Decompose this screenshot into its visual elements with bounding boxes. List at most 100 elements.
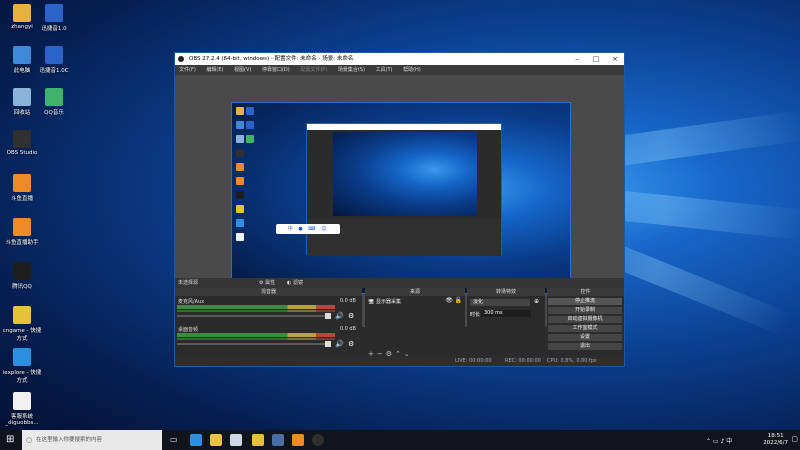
obs-window[interactable]: OBS 27.2.4 (64-bit, windows) - 配置文件: 未命名…: [174, 52, 625, 367]
desktop-icon-label: iexplore - 快捷方式: [2, 370, 42, 384]
stop-streaming-button[interactable]: 停止推流: [548, 298, 622, 305]
folder-icon[interactable]: [210, 434, 222, 446]
preview-icon: [236, 135, 244, 143]
clock-time: 18:51: [767, 433, 784, 439]
volume-slider[interactable]: [177, 343, 327, 345]
desktop-icon[interactable]: OBS Studio: [2, 130, 42, 156]
properties-button[interactable]: ⚙ 属性: [259, 278, 275, 288]
menu-file[interactable]: 文件(F): [179, 67, 196, 73]
obs-taskbar-icon[interactable]: [312, 434, 324, 446]
menu-edit[interactable]: 编辑(E): [206, 67, 223, 73]
gear-icon[interactable]: ⚙: [348, 340, 354, 348]
desktop-icon-label: OBS Studio: [6, 150, 38, 156]
menu-docks[interactable]: 停靠窗口(D): [262, 67, 290, 73]
edge-icon[interactable]: [190, 434, 202, 446]
desktop-icon-image: [13, 262, 31, 280]
menu-bar: 文件(F) 编辑(E) 视图(V) 停靠窗口(D) 配置文件(P) 场景集合(S…: [175, 65, 624, 75]
search-placeholder: 在这里输入你要搜索的内容: [36, 437, 103, 443]
duration-label: 时长: [470, 312, 481, 318]
menu-profile[interactable]: 配置文件(P): [300, 67, 327, 73]
filters-label: 滤镜: [292, 280, 303, 286]
desktop-icon-image: [13, 46, 31, 64]
nested-title-bar: [307, 124, 501, 130]
menu-view[interactable]: 视图(V): [234, 67, 251, 73]
rec-timer: REC: 00:00:00: [505, 358, 541, 364]
volume-slider[interactable]: [177, 315, 327, 317]
close-icon[interactable]: ×: [606, 53, 624, 65]
start-virtual-camera-button[interactable]: 启动虚拟摄像机: [548, 316, 622, 323]
desktop-icon-label: 斗鱼直播助手: [5, 240, 39, 246]
mixer-title: 混音器: [175, 288, 362, 296]
tray-icons[interactable]: ⌃ ▭ ♪ 中: [706, 436, 732, 445]
eye-icon[interactable]: 👁: [445, 297, 453, 304]
title-bar[interactable]: OBS 27.2.4 (64-bit, windows) - 配置文件: 未命名…: [175, 53, 624, 65]
preview-canvas[interactable]: 中 ● ⌨ ☺: [231, 102, 571, 294]
app-icon[interactable]: [272, 434, 284, 446]
menu-tools[interactable]: 工具(T): [376, 67, 393, 73]
notification-icon[interactable]: ▢: [791, 435, 798, 443]
desktop-icon-image: [13, 174, 31, 192]
add-transition-icon[interactable]: ⊕: [534, 298, 539, 305]
mixer-panel: 混音器 麦克风/Aux 0.0 dB 🔊 ⚙ 桌面音频 0.0 dB 🔊 ⚙: [175, 288, 362, 360]
source-toolbar: 未选择源 ⚙ 属性 ◐ 滤镜: [175, 278, 624, 288]
taskbar: ⊞ ○ 在这里输入你要搜索的内容 ▭ ⌃ ▭ ♪ 中 18:51 2022/6/…: [0, 430, 800, 450]
preview-icon: [236, 149, 244, 157]
menu-help[interactable]: 帮助(H): [403, 67, 421, 73]
desktop-icon-image: [13, 392, 31, 410]
desktop-icon[interactable]: iexplore - 快捷方式: [2, 348, 42, 384]
slider-handle[interactable]: [325, 341, 331, 347]
studio-mode-button[interactable]: 工作室模式: [548, 325, 622, 332]
filters-button[interactable]: ◐ 滤镜: [287, 278, 303, 288]
desktop-icon-image: [13, 218, 31, 236]
task-view-icon[interactable]: ▭: [170, 435, 178, 444]
search-box[interactable]: ○ 在这里输入你要搜索的内容: [22, 430, 162, 450]
settings-button[interactable]: 设置: [548, 334, 622, 341]
preview-icon: [246, 107, 254, 115]
desktop-icon[interactable]: 迅捷音1.0: [34, 4, 74, 32]
store-icon[interactable]: [230, 434, 242, 446]
desktop-icon[interactable]: QQ音乐: [34, 88, 74, 116]
start-recording-button[interactable]: 开始录制: [548, 307, 622, 314]
desktop-icon[interactable]: cngame - 快捷方式: [2, 306, 42, 342]
desktop-icon-label: 腾讯QQ: [12, 284, 32, 290]
source-item[interactable]: 🖥 显示器采集: [368, 298, 401, 305]
status-bar: LIVE: 00:00:00 REC: 00:00:00 CPU: 0.8%, …: [175, 357, 624, 366]
exit-button[interactable]: 退出: [548, 343, 622, 350]
lock-icon[interactable]: 🔓: [455, 297, 462, 304]
preview-icon: [236, 233, 244, 241]
desktop-icon[interactable]: 斗鱼直播: [2, 174, 42, 202]
speaker-icon[interactable]: 🔊: [335, 312, 344, 320]
track-name: 麦克风/Aux: [178, 299, 205, 305]
clock[interactable]: 18:51 2022/6/7: [763, 433, 788, 447]
minimize-icon[interactable]: –: [568, 53, 586, 65]
desktop-icon-image: [45, 4, 63, 22]
source-item-label: 显示器采集: [375, 299, 401, 305]
ime-toolbar[interactable]: 中 ● ⌨ ☺: [276, 224, 340, 234]
window-title: OBS 27.2.4 (64-bit, windows) - 配置文件: 未命名…: [189, 56, 354, 62]
track-db: 0.0 dB: [339, 298, 356, 304]
cngame-icon[interactable]: [252, 434, 264, 446]
desktop-icon[interactable]: 腾讯QQ: [2, 262, 42, 290]
desktop-icon[interactable]: 斗鱼直播助手: [2, 218, 42, 246]
duration-input[interactable]: 300 ms: [481, 310, 531, 317]
desktop-icon[interactable]: 客服系统_diguobbs...: [2, 392, 42, 426]
preview-icon: [246, 135, 254, 143]
slider-handle[interactable]: [325, 313, 331, 319]
transitions-title: 转场特效: [467, 288, 545, 296]
desktop-icon[interactable]: 迅捷音1.0C: [34, 46, 74, 74]
desktop-icon-image: [13, 348, 31, 366]
douyu-icon[interactable]: [292, 434, 304, 446]
speaker-icon[interactable]: 🔊: [335, 340, 344, 348]
volume-meter: [177, 338, 335, 340]
volume-meter: [177, 333, 335, 337]
sources-panel: 来源 🖥 显示器采集 👁 🔓 +−⚙⌃⌄: [365, 288, 465, 360]
windows-start-icon[interactable]: ⊞: [6, 434, 14, 445]
menu-scene-collection[interactable]: 场景集合(S): [338, 67, 365, 73]
transition-select[interactable]: 淡化: [470, 299, 530, 306]
preview-icon: [236, 191, 244, 199]
track-db: 0.0 dB: [339, 326, 356, 332]
gear-icon[interactable]: ⚙: [348, 312, 354, 320]
maximize-icon[interactable]: □: [587, 53, 605, 65]
volume-meter: [177, 305, 335, 309]
preview-icon: [236, 163, 244, 171]
